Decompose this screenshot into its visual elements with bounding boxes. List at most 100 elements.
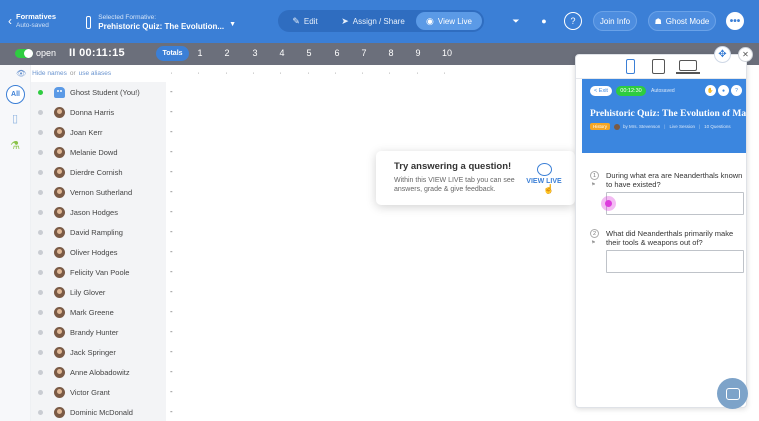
student-row[interactable]: Jason Hodges xyxy=(31,202,166,222)
score-cell[interactable]: - xyxy=(170,327,173,336)
score-cell[interactable]: - xyxy=(170,267,173,276)
filter-all-button[interactable]: All xyxy=(6,85,25,104)
student-row[interactable]: Oliver Hodges xyxy=(31,242,166,262)
preview-title: Prehistoric Quiz: The Evolution of Man xyxy=(590,109,747,119)
help-icon[interactable]: ? xyxy=(731,85,742,96)
more-menu-button[interactable]: ••• xyxy=(726,12,744,30)
student-row[interactable]: Anne Alobadowitz xyxy=(31,362,166,382)
question-col-10[interactable]: 10 xyxy=(440,48,454,58)
score-cell[interactable]: - xyxy=(170,187,173,196)
score-cell[interactable]: - xyxy=(170,107,173,116)
student-name: Jack Springer xyxy=(70,347,116,357)
score-cell[interactable]: - xyxy=(170,227,173,236)
student-name: Melanie Dowd xyxy=(70,147,118,157)
tooltip-title: Try answering a question! xyxy=(394,161,512,172)
flask-icon[interactable]: ⚗ xyxy=(8,137,22,153)
ghost-mode-label: Ghost Mode xyxy=(665,16,710,26)
student-row[interactable]: Melanie Dowd xyxy=(31,142,166,162)
student-row[interactable]: Joan Kerr xyxy=(31,122,166,142)
tab-edit[interactable]: ✎ Edit xyxy=(280,12,330,30)
avatar xyxy=(54,226,65,238)
exit-button[interactable]: < Exit xyxy=(590,86,612,96)
formative-selector[interactable]: Selected Formative: Prehistoric Quiz: Th… xyxy=(86,9,236,35)
student-row[interactable]: Donna Harris xyxy=(31,102,166,122)
subject-tag: History xyxy=(590,123,611,130)
score-cell[interactable]: - xyxy=(170,407,173,416)
student-row[interactable]: Ghost Student (You!) xyxy=(31,82,166,102)
avatar xyxy=(54,246,65,258)
score-cell[interactable]: - xyxy=(170,247,173,256)
student-row[interactable]: Felicity Van Poole xyxy=(31,262,166,282)
question-col-7[interactable]: 7 xyxy=(358,48,370,58)
chat-bubble-icon xyxy=(725,387,740,400)
score-cell[interactable]: - xyxy=(170,367,173,376)
score-cell[interactable]: - xyxy=(170,287,173,296)
tablet-view-icon[interactable] xyxy=(652,59,665,74)
question-col-5[interactable]: 5 xyxy=(303,48,315,58)
question-col-1[interactable]: 1 xyxy=(194,48,206,58)
score-cell[interactable]: - xyxy=(170,167,173,176)
session-timer[interactable]: II 00:11:15 xyxy=(69,47,125,59)
student-row[interactable]: Vernon Sutherland xyxy=(31,182,166,202)
column-tick: ' xyxy=(198,73,200,79)
separator: | xyxy=(664,124,666,129)
score-cell[interactable]: - xyxy=(170,87,173,96)
avatar xyxy=(54,346,65,358)
question-col-4[interactable]: 4 xyxy=(276,48,288,58)
student-row[interactable]: Jack Springer xyxy=(31,342,166,362)
tab-view-live[interactable]: ◉ View Live xyxy=(416,12,482,30)
preview-header: < Exit 00:12:30 Autosaved ✋ ● ? Prehisto… xyxy=(582,79,747,153)
message-icon[interactable]: ● xyxy=(718,85,729,96)
chat-icon[interactable]: ● xyxy=(535,12,553,30)
back-to-formatives[interactable]: ‹ Formatives Auto-saved xyxy=(8,9,70,33)
score-cell[interactable]: - xyxy=(170,127,173,136)
score-cell[interactable]: - xyxy=(170,207,173,216)
question-col-6[interactable]: 6 xyxy=(331,48,343,58)
totals-button[interactable]: Totals xyxy=(156,46,189,61)
student-row[interactable]: Mark Greene xyxy=(31,302,166,322)
hand-icon[interactable]: ✋ xyxy=(705,85,716,96)
question-col-3[interactable]: 3 xyxy=(249,48,261,58)
question-col-8[interactable]: 8 xyxy=(385,48,397,58)
answer-field[interactable] xyxy=(606,250,744,273)
student-row[interactable]: Lily Glover xyxy=(31,282,166,302)
author-avatar xyxy=(614,123,621,130)
status-dot xyxy=(38,349,43,355)
close-panel-icon[interactable]: ✕ xyxy=(738,47,753,62)
score-cell[interactable]: - xyxy=(170,387,173,396)
student-row[interactable]: Victor Grant xyxy=(31,382,166,402)
tooltip-view-live-button[interactable]: VIEW LIVE xyxy=(524,163,564,185)
score-cell[interactable]: - xyxy=(170,147,173,156)
open-toggle[interactable] xyxy=(15,49,33,58)
ghost-mode-button[interactable]: ☗ Ghost Mode xyxy=(648,11,716,31)
score-cell[interactable]: - xyxy=(170,347,173,356)
student-row[interactable]: Dierdre Cornish xyxy=(31,162,166,182)
chevron-left-icon: ‹ xyxy=(8,14,12,28)
answer-field[interactable] xyxy=(606,192,744,215)
phone-view-icon[interactable] xyxy=(626,59,635,74)
use-aliases-link[interactable]: use aliases xyxy=(79,70,112,77)
student-name: Jason Hodges xyxy=(70,207,118,217)
question-col-9[interactable]: 9 xyxy=(412,48,424,58)
tab-assign-share[interactable]: ➤ Assign / Share xyxy=(330,12,416,30)
student-row[interactable]: Brandy Hunter xyxy=(31,322,166,342)
flag-icon: ⚑ xyxy=(591,182,596,188)
top-bar: ‹ Formatives Auto-saved Selected Formati… xyxy=(0,0,759,43)
hide-names-link[interactable]: Hide names xyxy=(32,70,67,77)
column-tick: ' xyxy=(171,73,173,79)
avatar xyxy=(54,386,65,398)
status-dot xyxy=(38,269,43,275)
filter-icon[interactable]: ⏷ xyxy=(507,12,525,30)
move-panel-icon[interactable]: ✥ xyxy=(714,46,731,63)
join-info-button[interactable]: Join Info xyxy=(593,11,637,31)
support-chat-button[interactable] xyxy=(717,378,748,409)
help-icon[interactable]: ? xyxy=(564,12,582,30)
preview-autosave: Autosaved xyxy=(651,88,675,94)
score-cell[interactable]: - xyxy=(170,307,173,316)
student-row[interactable]: Dominic McDonald xyxy=(31,402,166,421)
laptop-view-icon[interactable] xyxy=(676,60,700,74)
student-row[interactable]: David Rampling xyxy=(31,222,166,242)
question-col-2[interactable]: 2 xyxy=(221,48,233,58)
device-filter-icon[interactable]: ▯ xyxy=(8,110,22,126)
separator: | xyxy=(698,124,701,129)
